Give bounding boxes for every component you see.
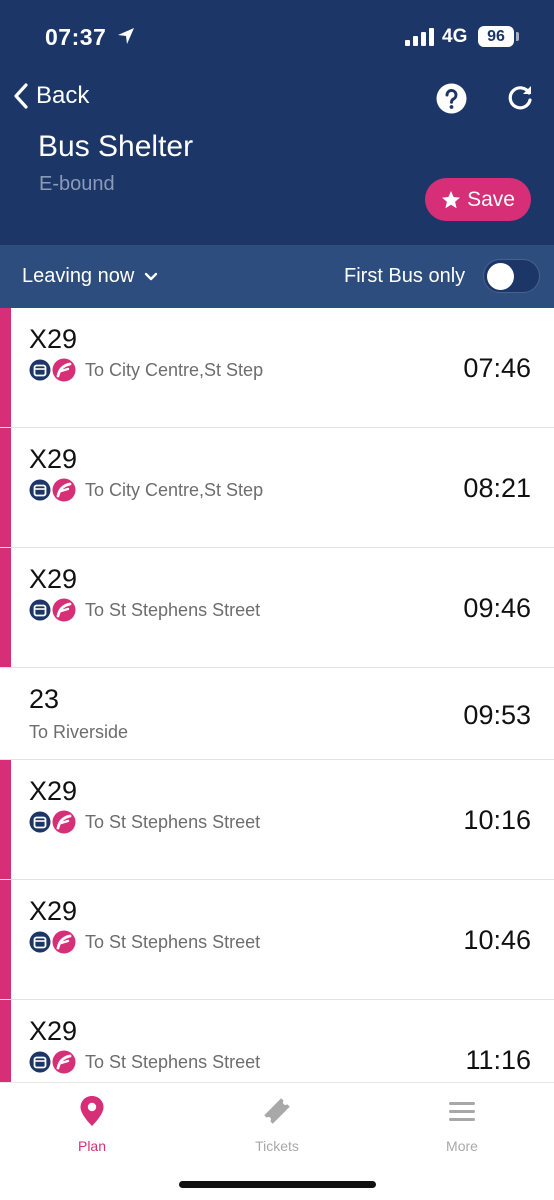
tab-tickets[interactable]: Tickets: [217, 1095, 337, 1154]
battery-level: 96: [478, 26, 514, 47]
chevron-left-icon: [14, 83, 28, 109]
timetable-icon: [29, 931, 51, 953]
timetable-icon: [29, 1051, 51, 1073]
ticket-icon: [264, 1098, 290, 1124]
departures-list: X29 To City Centre,St Step 07:46 X29 To …: [0, 308, 554, 1082]
location-arrow-icon: [118, 28, 134, 44]
route-number: X29: [29, 444, 78, 474]
route-number: X29: [29, 324, 78, 354]
battery-icon: [516, 32, 519, 41]
first-bus-logo-icon: [52, 930, 76, 954]
home-indicator: [179, 1181, 376, 1188]
departure-row[interactable]: X29 To St Stephens Street 10:16: [0, 760, 554, 880]
departure-time: 09:53: [463, 700, 531, 730]
destination: To St Stephens Street: [85, 811, 261, 832]
header: 07:37 4G 96 Back Bus Shelter E-bound Sav…: [0, 0, 554, 245]
departure-time: 09:46: [463, 593, 531, 623]
tab-more[interactable]: More: [402, 1095, 522, 1154]
departure-row[interactable]: X29 To St Stephens Street 10:46: [0, 880, 554, 1000]
timetable-icon: [29, 359, 51, 381]
destination: To City Centre,St Step: [85, 359, 264, 380]
tab-tickets-label: Tickets: [255, 1138, 299, 1154]
departure-row[interactable]: 23 To Riverside 09:53: [0, 668, 554, 760]
departure-time: 10:46: [463, 925, 531, 955]
departure-time: 07:46: [463, 353, 531, 383]
route-number: 23: [29, 684, 60, 714]
tab-plan-label: Plan: [77, 1138, 107, 1154]
route-number: X29: [29, 564, 78, 594]
stop-direction: E-bound: [39, 173, 115, 195]
destination: To Riverside: [29, 722, 129, 742]
destination: To St Stephens Street: [85, 1051, 261, 1072]
first-bus-only-label: First Bus only: [344, 265, 466, 287]
leaving-time-selector[interactable]: Leaving now: [22, 265, 158, 288]
save-button[interactable]: Save: [425, 178, 531, 221]
departure-row[interactable]: X29 To St Stephens Street 11:16: [0, 1000, 554, 1082]
status-time: 07:37: [45, 24, 107, 50]
departure-time: 10:16: [463, 805, 531, 835]
help-icon[interactable]: [436, 83, 467, 114]
first-bus-logo-icon: [52, 1050, 76, 1074]
chevron-down-icon: [145, 272, 158, 280]
first-bus-logo-icon: [52, 358, 76, 382]
refresh-icon[interactable]: [505, 83, 535, 113]
departure-time: 08:21: [463, 473, 531, 503]
save-label: Save: [467, 187, 515, 211]
route-number: X29: [29, 1016, 78, 1046]
destination: To St Stephens Street: [85, 599, 261, 620]
timetable-icon: [29, 599, 51, 621]
map-pin-icon: [80, 1096, 104, 1126]
timetable-icon: [29, 811, 51, 833]
first-bus-only-toggle[interactable]: [483, 259, 540, 293]
departure-time: 11:16: [465, 1045, 531, 1075]
cellular-signal-icon: [405, 28, 434, 46]
menu-icon: [449, 1102, 475, 1121]
first-bus-logo-icon: [52, 810, 76, 834]
network-type: 4G: [442, 26, 468, 47]
first-bus-logo-icon: [52, 598, 76, 622]
toggle-knob: [487, 263, 514, 290]
departure-row[interactable]: X29 To St Stephens Street 09:46: [0, 548, 554, 668]
tab-plan[interactable]: Plan: [32, 1095, 152, 1154]
leaving-label: Leaving now: [22, 265, 135, 287]
departure-row[interactable]: X29 To City Centre,St Step 08:21: [0, 428, 554, 548]
stop-name: Bus Shelter: [38, 130, 194, 163]
route-number: X29: [29, 776, 78, 806]
tab-more-label: More: [446, 1138, 478, 1154]
route-number: X29: [29, 896, 78, 926]
timetable-icon: [29, 479, 51, 501]
star-icon: [442, 190, 461, 208]
destination: To City Centre,St Step: [85, 479, 264, 500]
back-button[interactable]: Back: [12, 82, 89, 110]
first-bus-logo-icon: [52, 478, 76, 502]
destination: To St Stephens Street: [85, 931, 261, 952]
departure-row[interactable]: X29 To City Centre,St Step 07:46: [0, 308, 554, 428]
filter-bar: Leaving now First Bus only: [0, 245, 554, 308]
back-label: Back: [36, 82, 90, 109]
